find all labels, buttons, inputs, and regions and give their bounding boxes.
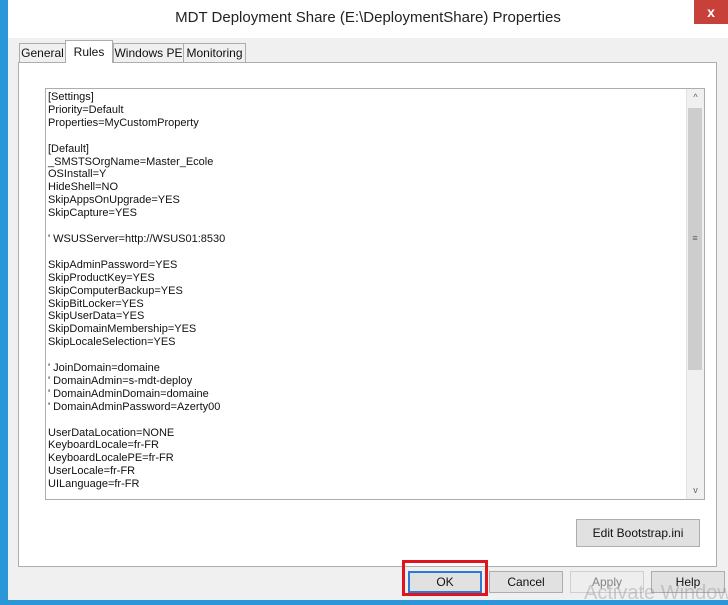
tab-general[interactable]: General [19,43,66,62]
scroll-up-icon[interactable]: ^ [687,89,704,106]
rules-textbox[interactable]: [Settings] Priority=Default Properties=M… [45,88,705,500]
tab-monitoring[interactable]: Monitoring [183,43,246,62]
tab-rules[interactable]: Rules [65,40,113,63]
rules-text-content[interactable]: [Settings] Priority=Default Properties=M… [48,91,678,491]
vertical-scrollbar[interactable]: ^ ≡ v [686,89,704,499]
scroll-thumb[interactable]: ≡ [688,108,702,370]
scroll-down-icon[interactable]: v [687,482,704,499]
dialog-client-area: General Rules Windows PE Monitoring [Set… [8,38,728,600]
edit-bootstrap-button[interactable]: Edit Bootstrap.ini [576,519,700,547]
tab-windows-pe[interactable]: Windows PE [113,43,184,62]
window-title: MDT Deployment Share (E:\DeploymentShare… [175,9,561,26]
activate-windows-watermark: Activate Windows [584,582,728,604]
title-bar[interactable]: MDT Deployment Share (E:\DeploymentShare… [8,0,728,39]
ok-button-highlight-box [402,560,488,596]
rules-tab-panel: [Settings] Priority=Default Properties=M… [18,62,717,567]
cancel-button[interactable]: Cancel [489,571,563,593]
close-button[interactable]: x [694,0,728,24]
properties-dialog: MDT Deployment Share (E:\DeploymentShare… [8,0,728,604]
scroll-grip-icon: ≡ [692,233,698,243]
